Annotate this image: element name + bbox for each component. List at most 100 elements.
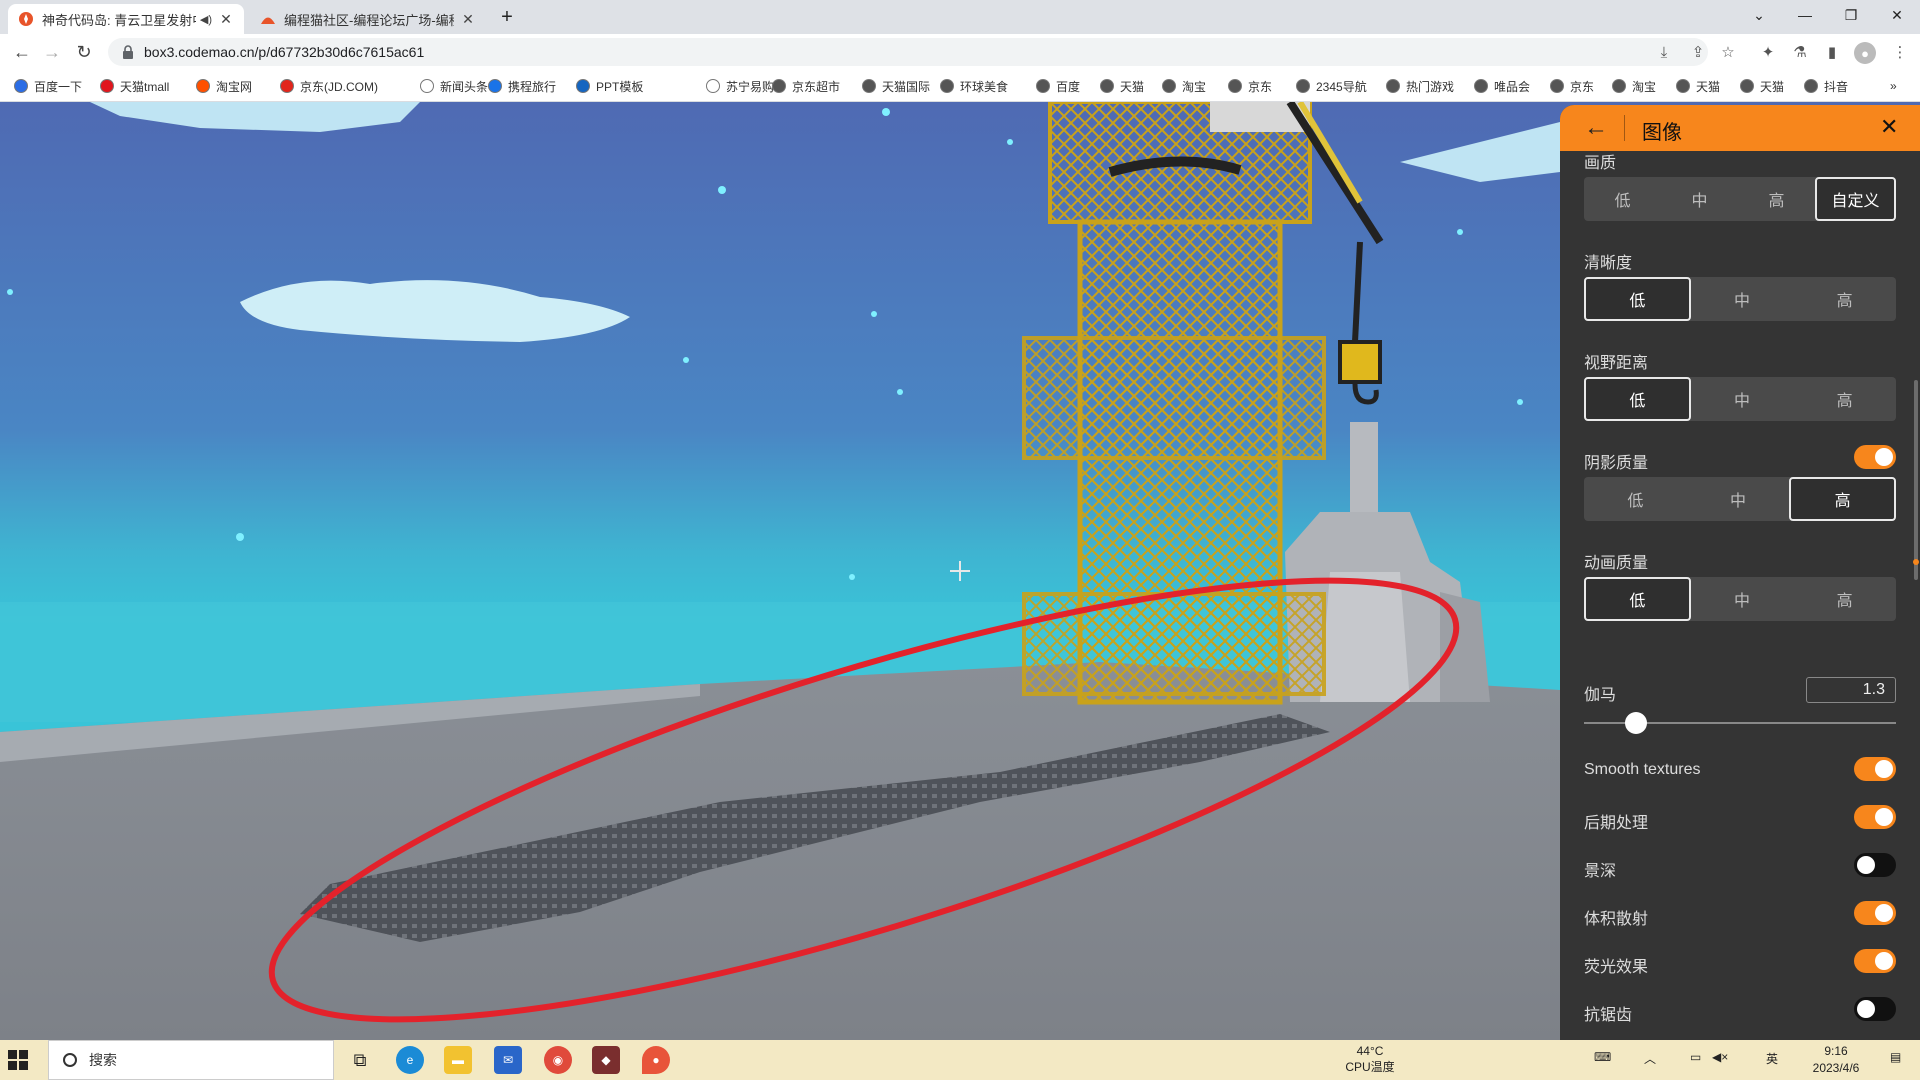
address-bar[interactable]: box3.codemao.cn/p/d67732b30d6c7615ac61 <box>108 38 1708 66</box>
setting-toggle[interactable] <box>1854 901 1896 925</box>
new-tab-button[interactable]: + <box>486 2 528 32</box>
bookmark-item[interactable]: 京东(JD.COM) <box>280 76 378 96</box>
extensions-icon[interactable]: ✦ <box>1758 42 1778 62</box>
segment-option[interactable]: 低 <box>1584 477 1687 521</box>
segment-option[interactable]: 中 <box>1661 177 1738 221</box>
close-tab-icon[interactable]: ✕ <box>460 11 476 27</box>
bookmark-item[interactable]: 新闻头条 <box>420 76 488 96</box>
ime-mode-icon[interactable]: 英 <box>1766 1050 1778 1067</box>
bookmark-label: 天猫 <box>1120 79 1145 94</box>
close-window-icon[interactable]: ✕ <box>1874 0 1920 30</box>
install-icon[interactable]: ⤓ <box>1654 42 1674 62</box>
section-toggle[interactable] <box>1854 445 1896 469</box>
codemao-app-icon[interactable]: ◆ <box>592 1046 620 1074</box>
speaker-icon[interactable]: ◀) <box>200 13 212 26</box>
segment-option[interactable]: 低 <box>1584 577 1691 621</box>
segment-option[interactable]: 中 <box>1691 577 1794 621</box>
bookmark-item[interactable]: 淘宝 <box>1612 76 1656 96</box>
back-icon[interactable]: ← <box>8 38 36 66</box>
segment-option[interactable]: 低 <box>1584 377 1691 421</box>
network-icon[interactable]: ▭ <box>1690 1050 1701 1064</box>
windows-taskbar: 搜索 ⧉ e ▬ ✉ ◉ ◆ ● 44°C CPU温度 ⌨ ︿ ▭ ◀× 英 9… <box>0 1040 1920 1080</box>
segment-option[interactable]: 低 <box>1584 277 1691 321</box>
forward-icon[interactable]: → <box>38 38 66 66</box>
system-clock[interactable]: 9:16 2023/4/6 <box>1796 1043 1876 1077</box>
setting-toggle[interactable] <box>1854 757 1896 781</box>
bookmark-item[interactable]: 苏宁易购 <box>706 76 774 96</box>
tab-active[interactable]: 神奇代码岛: 青云卫星发射中 ◀) ✕ <box>8 4 244 34</box>
bookmark-item[interactable]: 天猫 <box>1100 76 1144 96</box>
bookmark-item[interactable]: PPT模板 <box>576 76 643 96</box>
bookmark-item[interactable]: 百度 <box>1036 76 1080 96</box>
gamma-slider-thumb[interactable] <box>1625 712 1648 734</box>
bookmarks-bar: 百度一下 天猫tmall 淘宝网 京东(JD.COM) 新闻头条 携程旅行 PPT模板 苏宁易… <box>0 70 1920 102</box>
setting-toggle[interactable] <box>1854 949 1896 973</box>
menu-icon[interactable]: ⋮ <box>1890 42 1910 62</box>
chrome-browser-icon[interactable]: ◉ <box>544 1046 572 1074</box>
setting-toggle[interactable] <box>1854 997 1896 1021</box>
restore-icon[interactable]: ❐ <box>1828 0 1874 30</box>
notification-icon[interactable]: ▤ <box>1890 1050 1901 1064</box>
bookmark-favicon-icon <box>576 79 590 93</box>
minimize-icon[interactable]: — <box>1782 0 1828 30</box>
segment-option[interactable]: 高 <box>1793 277 1896 321</box>
reload-icon[interactable]: ↻ <box>70 38 98 66</box>
setting-toggle[interactable] <box>1854 805 1896 829</box>
bookmark-item[interactable]: 京东 <box>1550 76 1594 96</box>
segment-option[interactable]: 中 <box>1691 277 1794 321</box>
share-icon[interactable]: ⇪ <box>1688 42 1708 62</box>
bookmark-favicon-icon <box>862 79 876 93</box>
tab-search-icon[interactable]: ⌄ <box>1736 0 1782 30</box>
keyboard-icon[interactable]: ⌨ <box>1594 1050 1611 1064</box>
lab-icon[interactable]: ⚗ <box>1790 42 1810 62</box>
bookmark-item[interactable]: 天猫 <box>1676 76 1720 96</box>
setting-toggle[interactable] <box>1854 853 1896 877</box>
bookmark-item[interactable]: 热门游戏 <box>1386 76 1454 96</box>
bookmark-item[interactable]: 天猫 <box>1740 76 1784 96</box>
segment-option[interactable]: 高 <box>1789 477 1897 521</box>
segment-option[interactable]: 高 <box>1793 577 1896 621</box>
show-hidden-icons-icon[interactable]: ︿ <box>1644 1050 1656 1067</box>
close-tab-icon[interactable]: ✕ <box>218 11 234 27</box>
segment-option[interactable]: 中 <box>1687 477 1790 521</box>
bookmark-favicon-icon <box>1740 79 1754 93</box>
task-view-icon[interactable]: ⧉ <box>346 1046 374 1074</box>
bookmark-star-icon[interactable]: ☆ <box>1718 42 1738 62</box>
bookmark-item[interactable]: 天猫国际 <box>862 76 930 96</box>
sidepanel-icon[interactable]: ▮ <box>1822 42 1842 62</box>
bookmark-item[interactable]: 唯品会 <box>1474 76 1530 96</box>
bookmark-item[interactable]: 抖音 <box>1804 76 1848 96</box>
bookmark-item[interactable]: 京东 <box>1228 76 1272 96</box>
mail-icon[interactable]: ✉ <box>494 1046 522 1074</box>
bookmark-item[interactable]: 携程旅行 <box>488 76 556 96</box>
taskbar-search-box[interactable]: 搜索 <box>48 1040 334 1080</box>
segment-option[interactable]: 高 <box>1738 177 1815 221</box>
gamma-value-input[interactable]: 1.3 <box>1806 677 1896 703</box>
segment-option[interactable]: 中 <box>1691 377 1794 421</box>
windows-start-icon[interactable] <box>8 1050 28 1070</box>
toggle-knob <box>1875 952 1893 970</box>
file-explorer-icon[interactable]: ▬ <box>444 1046 472 1074</box>
segment-option[interactable]: 低 <box>1584 177 1661 221</box>
close-icon[interactable]: ✕ <box>1880 114 1898 140</box>
back-arrow-icon[interactable]: ← <box>1584 114 1612 142</box>
bookmark-item[interactable]: 天猫tmall <box>100 76 169 96</box>
bookmark-item[interactable]: 淘宝 <box>1162 76 1206 96</box>
edge-browser-icon[interactable]: e <box>396 1046 424 1074</box>
more-bookmarks-icon[interactable]: » <box>1890 76 1897 96</box>
segment-option[interactable]: 高 <box>1793 377 1896 421</box>
tab-inactive[interactable]: 编程猫社区-编程论坛广场-编程学 ✕ <box>250 4 486 34</box>
bookmark-item[interactable]: 淘宝网 <box>196 76 252 96</box>
bookmark-item[interactable]: 百度一下 <box>14 76 82 96</box>
volume-icon[interactable]: ◀× <box>1712 1050 1728 1064</box>
bookmark-item[interactable]: 2345导航 <box>1296 76 1367 96</box>
bookmark-item[interactable]: 京东超市 <box>772 76 840 96</box>
bookmark-favicon-icon <box>1100 79 1114 93</box>
bookmark-item[interactable]: 环球美食 <box>940 76 1008 96</box>
paint-app-icon[interactable]: ● <box>642 1046 670 1074</box>
segment-option[interactable]: 自定义 <box>1815 177 1896 221</box>
profile-avatar-icon[interactable]: ● <box>1854 42 1876 64</box>
section-label: 动画质量 <box>1584 555 1649 572</box>
page-scrollbar[interactable] <box>1912 380 1920 580</box>
cpu-temp-label: CPU温度 <box>1345 1060 1395 1074</box>
